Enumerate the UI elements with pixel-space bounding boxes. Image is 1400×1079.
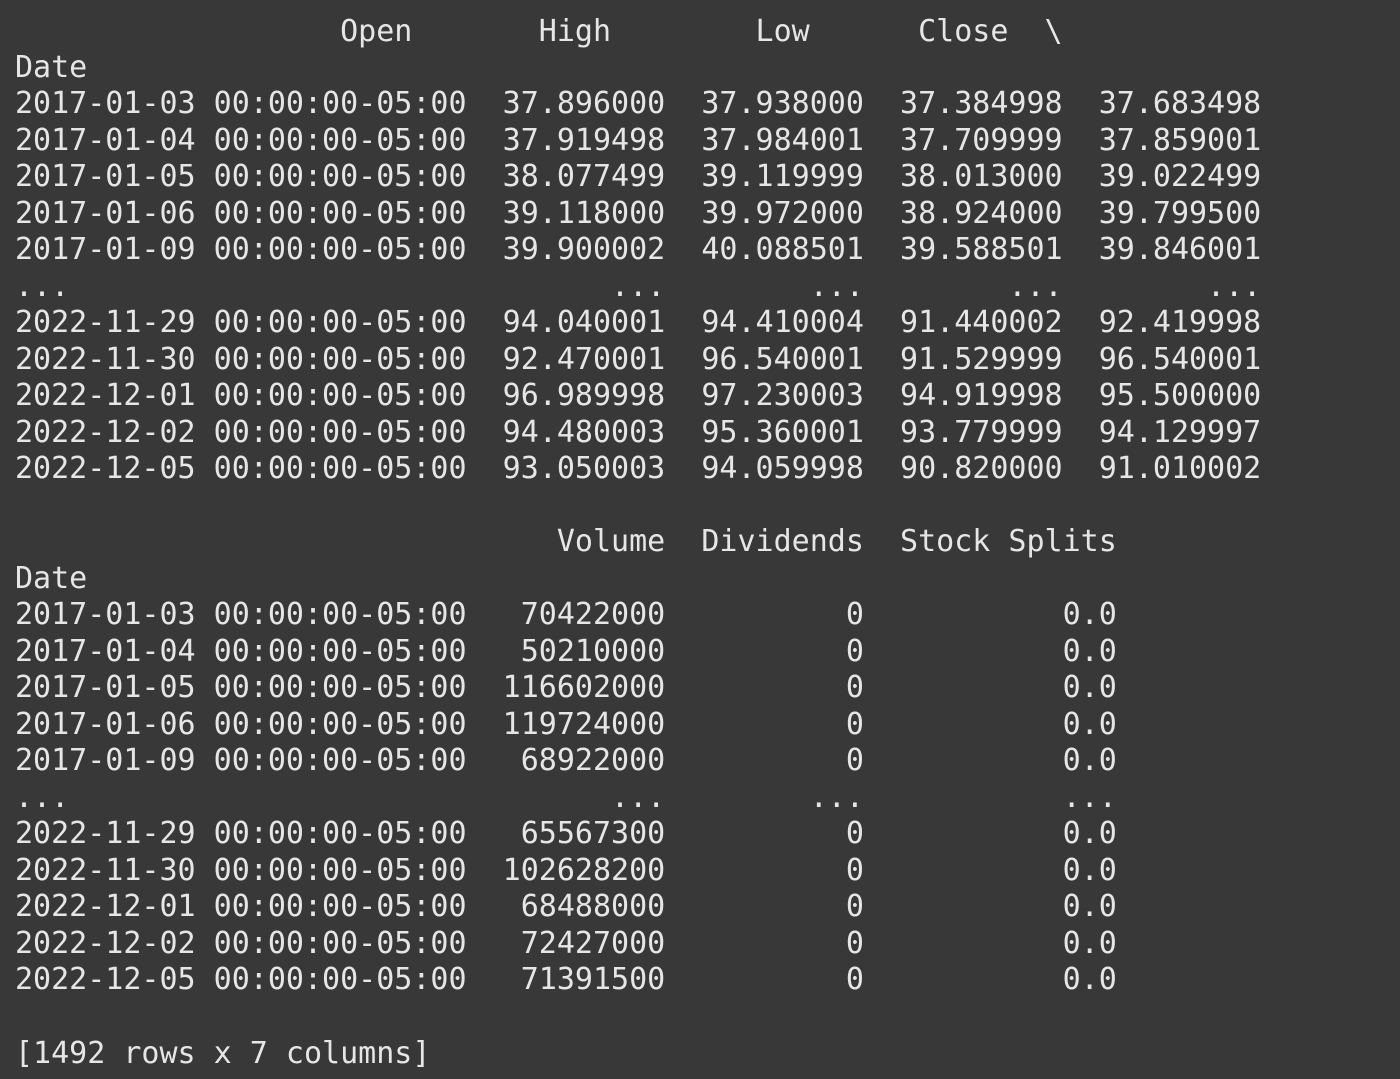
ellipsis-row: ... ... ... ... ... (15, 269, 1262, 304)
data-row: 2017-01-09 00:00:00-05:00 39.900002 40.0… (15, 232, 1262, 267)
index-label-line: Date (15, 50, 88, 85)
data-row: 2017-01-04 00:00:00-05:00 50210000 0 0.0 (15, 634, 1117, 669)
data-row: 2017-01-03 00:00:00-05:00 70422000 0 0.0 (15, 597, 1117, 632)
header-line-volume-columns: Volume Dividends Stock Splits (15, 524, 1117, 559)
data-row: 2022-11-30 00:00:00-05:00 92.470001 96.5… (15, 342, 1262, 377)
data-row: 2022-11-30 00:00:00-05:00 102628200 0 0.… (15, 853, 1117, 888)
data-row: 2022-12-02 00:00:00-05:00 94.480003 95.3… (15, 415, 1262, 450)
data-row: 2022-12-01 00:00:00-05:00 68488000 0 0.0 (15, 889, 1117, 924)
data-row: 2017-01-05 00:00:00-05:00 38.077499 39.1… (15, 159, 1262, 194)
data-row: 2017-01-05 00:00:00-05:00 116602000 0 0.… (15, 670, 1117, 705)
summary-line: [1492 rows x 7 columns] (15, 1036, 431, 1071)
index-label-line: Date (15, 561, 88, 596)
data-row: 2022-12-02 00:00:00-05:00 72427000 0 0.0 (15, 926, 1117, 961)
data-row: 2017-01-06 00:00:00-05:00 39.118000 39.9… (15, 196, 1262, 231)
header-line-price-columns: Open High Low Close \ (15, 14, 1063, 49)
data-row: 2017-01-04 00:00:00-05:00 37.919498 37.9… (15, 123, 1262, 158)
data-row: 2022-11-29 00:00:00-05:00 65567300 0 0.0 (15, 816, 1117, 851)
data-row: 2017-01-09 00:00:00-05:00 68922000 0 0.0 (15, 743, 1117, 778)
data-row: 2022-11-29 00:00:00-05:00 94.040001 94.4… (15, 305, 1262, 340)
data-row: 2017-01-03 00:00:00-05:00 37.896000 37.9… (15, 86, 1262, 121)
data-row: 2022-12-01 00:00:00-05:00 96.989998 97.2… (15, 378, 1262, 413)
terminal-output: Open High Low Close \ Date 2017-01-03 00… (0, 0, 1400, 1079)
data-row: 2022-12-05 00:00:00-05:00 93.050003 94.0… (15, 451, 1262, 486)
data-row: 2017-01-06 00:00:00-05:00 119724000 0 0.… (15, 707, 1117, 742)
ellipsis-row: ... ... ... ... (15, 780, 1117, 815)
data-row: 2022-12-05 00:00:00-05:00 71391500 0 0.0 (15, 962, 1117, 997)
